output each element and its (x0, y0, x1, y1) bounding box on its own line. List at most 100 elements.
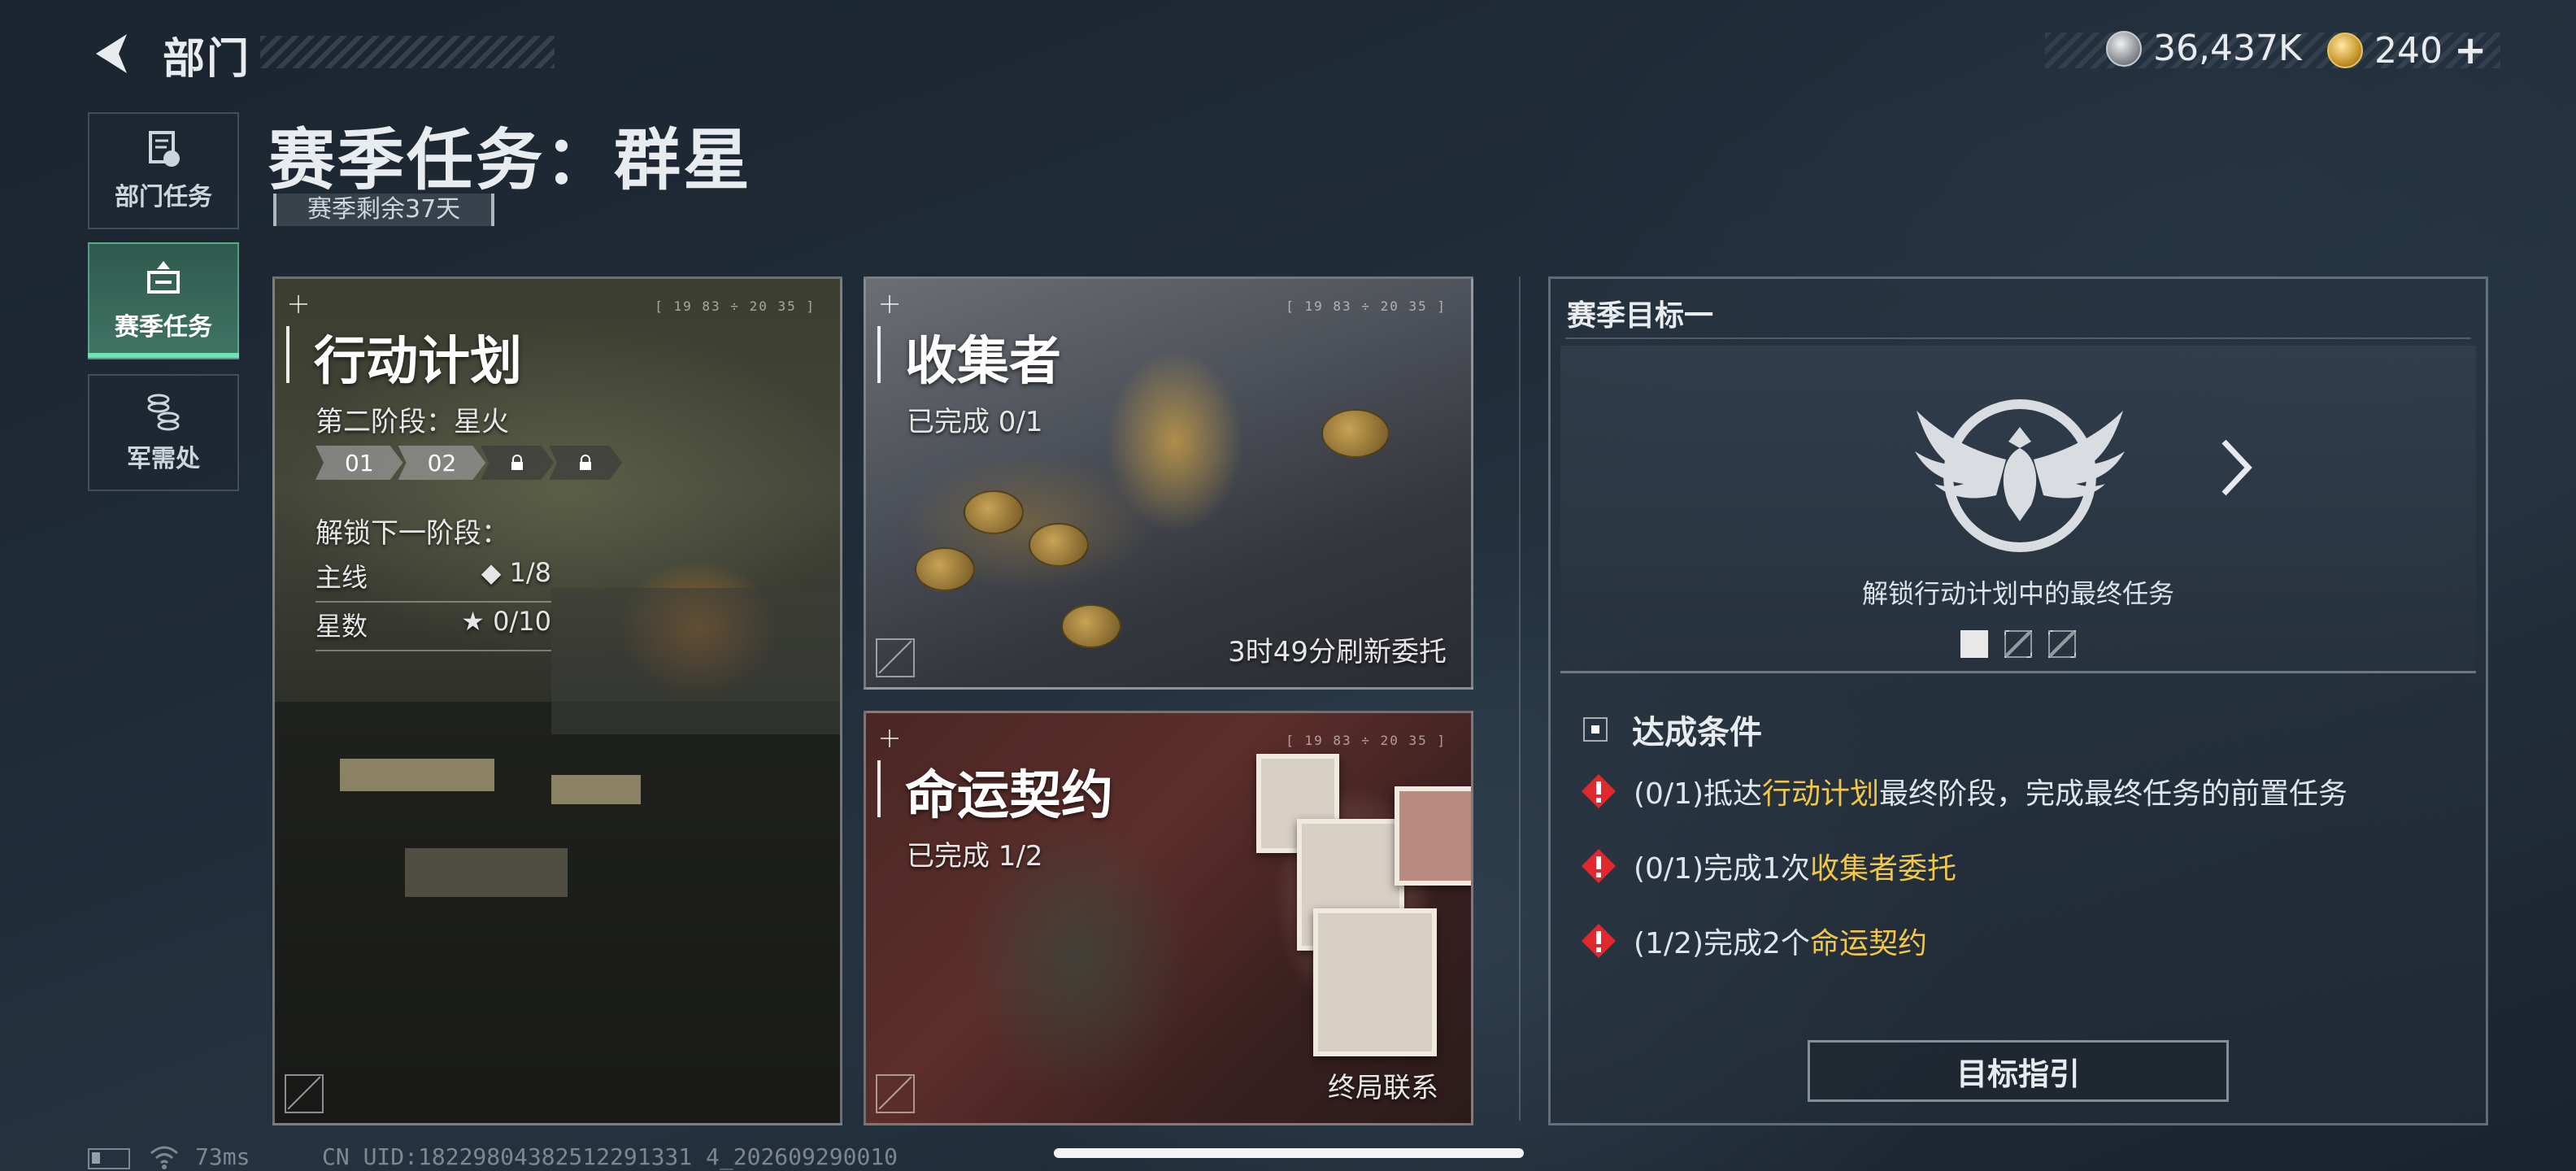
card-progress: 已完成 0/1 (907, 406, 1043, 438)
supply-icon (147, 394, 180, 431)
condition-highlight: 收集者委托 (1809, 852, 1956, 886)
silver-amount: 36,437K (2153, 28, 2302, 69)
card-title: 行动计划 (314, 332, 522, 392)
goal-title-divider (1565, 337, 2471, 339)
condition-text: (0/1)抵达行动计划最终阶段，完成最终任务的前置任务 (1634, 777, 2348, 811)
condition-item: (1/2)完成2个命运契约 (1580, 920, 1927, 962)
card-title: 收集者 (905, 332, 1061, 392)
season-task-icon (147, 261, 180, 294)
gold-amount: 240 (2374, 29, 2443, 72)
stage-02: 02 (398, 446, 486, 480)
coin-decor (915, 547, 975, 591)
coin-decor (1321, 409, 1390, 458)
window-light (551, 775, 641, 804)
expand-corner-icon (876, 638, 915, 677)
goal-caption: 解锁行动计划中的最终任务 (1861, 578, 2174, 609)
back-title[interactable]: 部门 (163, 24, 250, 85)
ping-value: 73ms (195, 1143, 250, 1170)
expand-corner-icon (285, 1074, 324, 1113)
condition-highlight: 命运契约 (1809, 927, 1927, 960)
card-title: 命运契约 (905, 766, 1113, 826)
mainline-progress: 主线 ◆ 1/8 (315, 557, 551, 603)
coin-decor (1029, 523, 1089, 567)
next-arrow-icon[interactable] (2211, 435, 2260, 500)
condition-item: (0/1)抵达行动计划最终阶段，完成最终任务的前置任务 (1580, 770, 2348, 812)
goal-guide-button[interactable]: 目标指引 (1808, 1040, 2229, 1102)
title-bar (877, 760, 881, 817)
lock-icon (578, 455, 593, 471)
expand-corner-icon (876, 1074, 915, 1113)
condition-item: (0/1)完成1次收集者委托 (1580, 845, 1956, 887)
building-upper (551, 588, 840, 734)
sidebar-item-label: 赛季任务 (115, 313, 212, 342)
card-code: [ 19 83 ÷ 20 35 ] (1286, 298, 1447, 314)
uid-text: CN UID:18229804382512291331 4_2026092900… (322, 1143, 899, 1170)
battery-icon (88, 1148, 130, 1169)
page-dot-active[interactable] (1960, 630, 1988, 658)
stage-locked (481, 446, 554, 480)
sidebar-item-supply[interactable]: 军需处 (88, 374, 239, 491)
stars-progress: 星数 ★ 0/10 (315, 606, 551, 651)
sidebar-item-season[interactable]: 赛季任务 (88, 242, 239, 359)
card-code: [ 19 83 ÷ 20 35 ] (655, 298, 816, 314)
stars-label: 星数 (315, 611, 368, 642)
add-currency-button[interactable]: + (2454, 28, 2487, 73)
stage-locked (549, 446, 622, 480)
condition-highlight: 行动计划 (1762, 777, 1880, 811)
department-task-icon (149, 131, 180, 167)
card-collector[interactable]: [ 19 83 ÷ 20 35 ] 收集者 已完成 0/1 3时49分刷新委托 (864, 276, 1473, 690)
season-goal-panel: 赛季目标一 解锁行动计划中的最终任务 达成条件 (0/1)抵达行动计划最终阶段，… (1548, 276, 2488, 1125)
title-bar (877, 326, 881, 383)
warning-icon (1582, 924, 1616, 958)
conditions-title: 达成条件 (1632, 714, 1762, 751)
page-dot[interactable] (2048, 630, 2076, 658)
header-hatch (260, 36, 555, 68)
section-marker-icon (1583, 717, 1608, 742)
crosshair-icon (881, 295, 899, 313)
card-fate-contract[interactable]: [ 19 83 ÷ 20 35 ] 命运契约 已完成 1/2 终局联系 (864, 711, 1473, 1125)
condition-text: (1/2)完成2个命运契约 (1634, 927, 1927, 960)
unlock-label: 解锁下一阶段： (315, 517, 509, 550)
mainline-label: 主线 (315, 562, 368, 593)
crosshair-icon (289, 295, 307, 313)
sidebar-item-label: 军需处 (127, 445, 200, 473)
warning-icon (1582, 849, 1616, 883)
active-indicator (88, 353, 239, 358)
page-dot[interactable] (2004, 630, 2032, 658)
eagle-emblem-icon (1915, 399, 2125, 552)
mainline-value: ◆ 1/8 (481, 557, 551, 588)
currency-silver: 36,437K (2106, 28, 2302, 69)
crosshair-icon (881, 729, 899, 747)
card-code: [ 19 83 ÷ 20 35 ] (1286, 733, 1447, 748)
lock-icon (510, 455, 524, 471)
stage-01: 01 (315, 446, 403, 480)
season-remaining-badge: 赛季剩余37天 (273, 194, 495, 226)
page-title: 赛季任务：群星 (268, 122, 753, 199)
stage-progress: 01 02 (315, 446, 617, 480)
currency-gold: 240 + (2327, 28, 2487, 73)
sidebar-item-label: 部门任务 (115, 183, 212, 211)
back-arrow-icon[interactable] (88, 29, 137, 78)
goal-title: 赛季目标一 (1567, 299, 1714, 333)
vertical-divider (1519, 276, 1521, 1121)
stars-value: ★ 0/10 (461, 606, 551, 637)
card-action-plan[interactable]: [ 19 83 ÷ 20 35 ] 行动计划 第二阶段：星火 01 02 解锁下… (272, 276, 842, 1125)
conditions-header: 达成条件 (1583, 706, 1762, 753)
warning-icon (1582, 774, 1616, 808)
refresh-timer: 3时49分刷新委托 (1228, 636, 1447, 668)
sidebar-item-department[interactable]: 部门任务 (88, 112, 239, 229)
condition-text: (0/1)完成1次收集者委托 (1634, 852, 1956, 886)
silver-coin-icon (2106, 30, 2142, 67)
home-indicator[interactable] (1054, 1148, 1524, 1158)
title-bar (286, 326, 289, 383)
coin-decor (1061, 604, 1121, 648)
card-footer: 终局联系 (1328, 1072, 1438, 1104)
goal-emblem-area: 解锁行动计划中的最终任务 (1560, 346, 2476, 673)
gold-coin-icon (2327, 33, 2363, 68)
card-progress: 已完成 1/2 (907, 840, 1043, 873)
card-stage: 第二阶段：星火 (315, 406, 509, 438)
goal-page-indicator (1560, 630, 2476, 658)
window-light (405, 848, 568, 897)
window-light (340, 759, 494, 791)
coin-decor (964, 490, 1024, 534)
